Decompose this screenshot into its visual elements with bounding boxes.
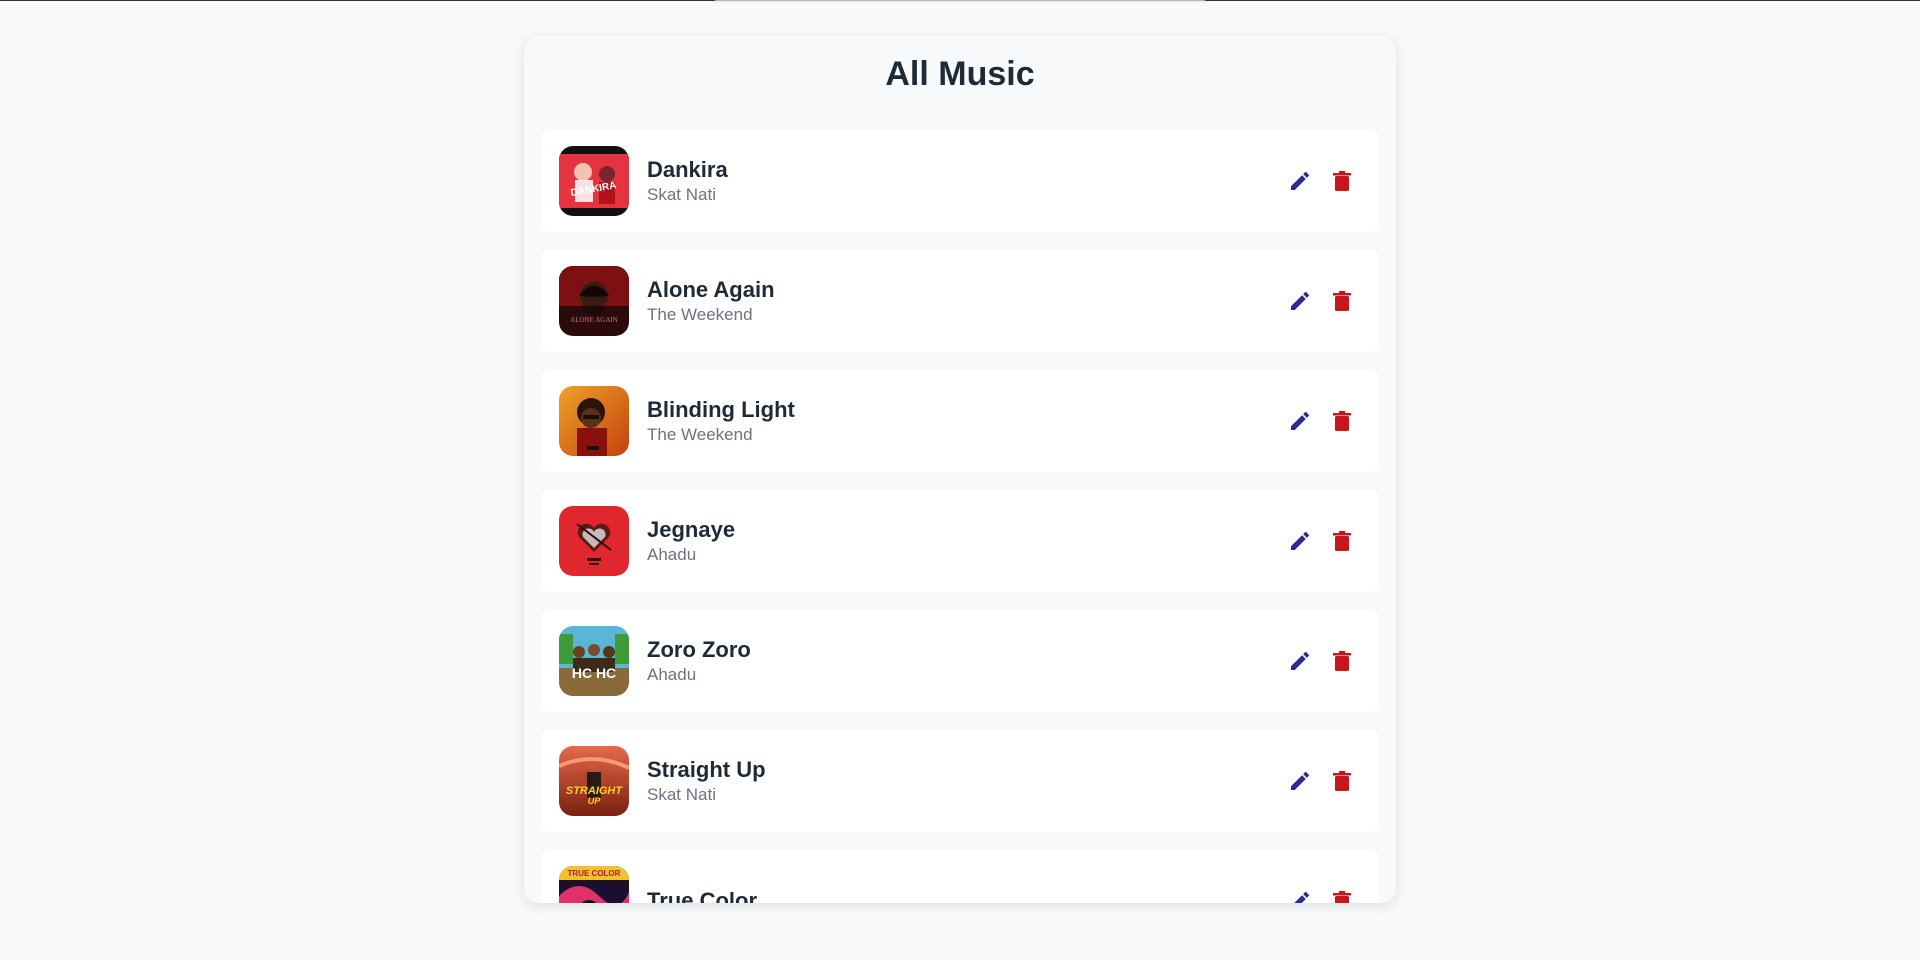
svg-text:TRUE COLOR: TRUE COLOR: [568, 869, 621, 878]
edit-button[interactable]: [1287, 528, 1313, 554]
pencil-icon: [1291, 171, 1310, 190]
album-cover: [559, 386, 629, 456]
delete-button[interactable]: [1329, 168, 1355, 194]
song-title: Alone Again: [647, 276, 775, 302]
top-shadow: [715, 0, 1205, 3]
album-cover: HC HC: [559, 626, 629, 696]
trash-icon: [1333, 531, 1351, 551]
music-panel: All Music DANKIRA Dankira Skat Nati ALON…: [524, 36, 1396, 903]
list-item[interactable]: STRAIGHT UP Straight Up Skat Nati: [541, 730, 1379, 832]
pencil-icon: [1291, 651, 1310, 670]
song-artist: Skat Nati: [647, 784, 716, 804]
page-title: All Music: [885, 55, 1035, 93]
list-item[interactable]: Jegnaye Ahadu: [541, 490, 1379, 592]
delete-button[interactable]: [1329, 288, 1355, 314]
song-title: Jegnaye: [647, 516, 736, 542]
list-item[interactable]: TRUE COLOR True Color: [541, 850, 1379, 903]
song-title: True Color: [647, 887, 758, 904]
svg-text:HC HC: HC HC: [572, 665, 616, 681]
album-cover: DANKIRA: [559, 146, 629, 216]
album-cover: [559, 506, 629, 576]
svg-text:UP: UP: [588, 796, 601, 806]
list-item[interactable]: HC HC Zoro Zoro Ahadu: [541, 610, 1379, 712]
song-title: Dankira: [647, 156, 728, 182]
trash-icon: [1333, 771, 1351, 791]
delete-button[interactable]: [1329, 648, 1355, 674]
list-item[interactable]: ALONE AGAIN Alone Again The Weekend: [541, 250, 1379, 352]
edit-button[interactable]: [1287, 168, 1313, 194]
song-title: Straight Up: [647, 756, 766, 782]
edit-button[interactable]: [1287, 288, 1313, 314]
trash-icon: [1333, 651, 1351, 671]
delete-button[interactable]: [1329, 768, 1355, 794]
pencil-icon: [1291, 291, 1310, 310]
pencil-icon: [1291, 531, 1310, 550]
song-artist: The Weekend: [647, 304, 753, 324]
list-item[interactable]: DANKIRA Dankira Skat Nati: [541, 130, 1379, 232]
album-cover: ALONE AGAIN: [559, 266, 629, 336]
song-artist: Skat Nati: [647, 184, 716, 204]
song-artist: Ahadu: [647, 664, 697, 684]
delete-button[interactable]: [1329, 408, 1355, 434]
pencil-icon: [1291, 411, 1310, 430]
edit-button[interactable]: [1287, 768, 1313, 794]
svg-text:ALONE AGAIN: ALONE AGAIN: [570, 316, 618, 324]
trash-icon: [1333, 291, 1351, 311]
pencil-icon: [1291, 771, 1310, 790]
trash-icon: [1333, 411, 1351, 431]
song-artist: Ahadu: [647, 544, 697, 564]
edit-button[interactable]: [1287, 648, 1313, 674]
album-cover: TRUE COLOR: [559, 866, 629, 903]
song-list: DANKIRA Dankira Skat Nati ALONE AGAIN Al…: [541, 130, 1379, 903]
song-title: Zoro Zoro: [647, 636, 751, 662]
delete-button[interactable]: [1329, 528, 1355, 554]
list-item[interactable]: Blinding Light The Weekend: [541, 370, 1379, 472]
edit-button[interactable]: [1287, 888, 1313, 903]
trash-icon: [1333, 891, 1351, 903]
song-title: Blinding Light: [647, 396, 795, 422]
edit-button[interactable]: [1287, 408, 1313, 434]
album-cover: STRAIGHT UP: [559, 746, 629, 816]
trash-icon: [1333, 171, 1351, 191]
pencil-icon: [1294, 891, 1310, 903]
song-artist: The Weekend: [647, 424, 753, 444]
delete-button[interactable]: [1329, 888, 1355, 903]
